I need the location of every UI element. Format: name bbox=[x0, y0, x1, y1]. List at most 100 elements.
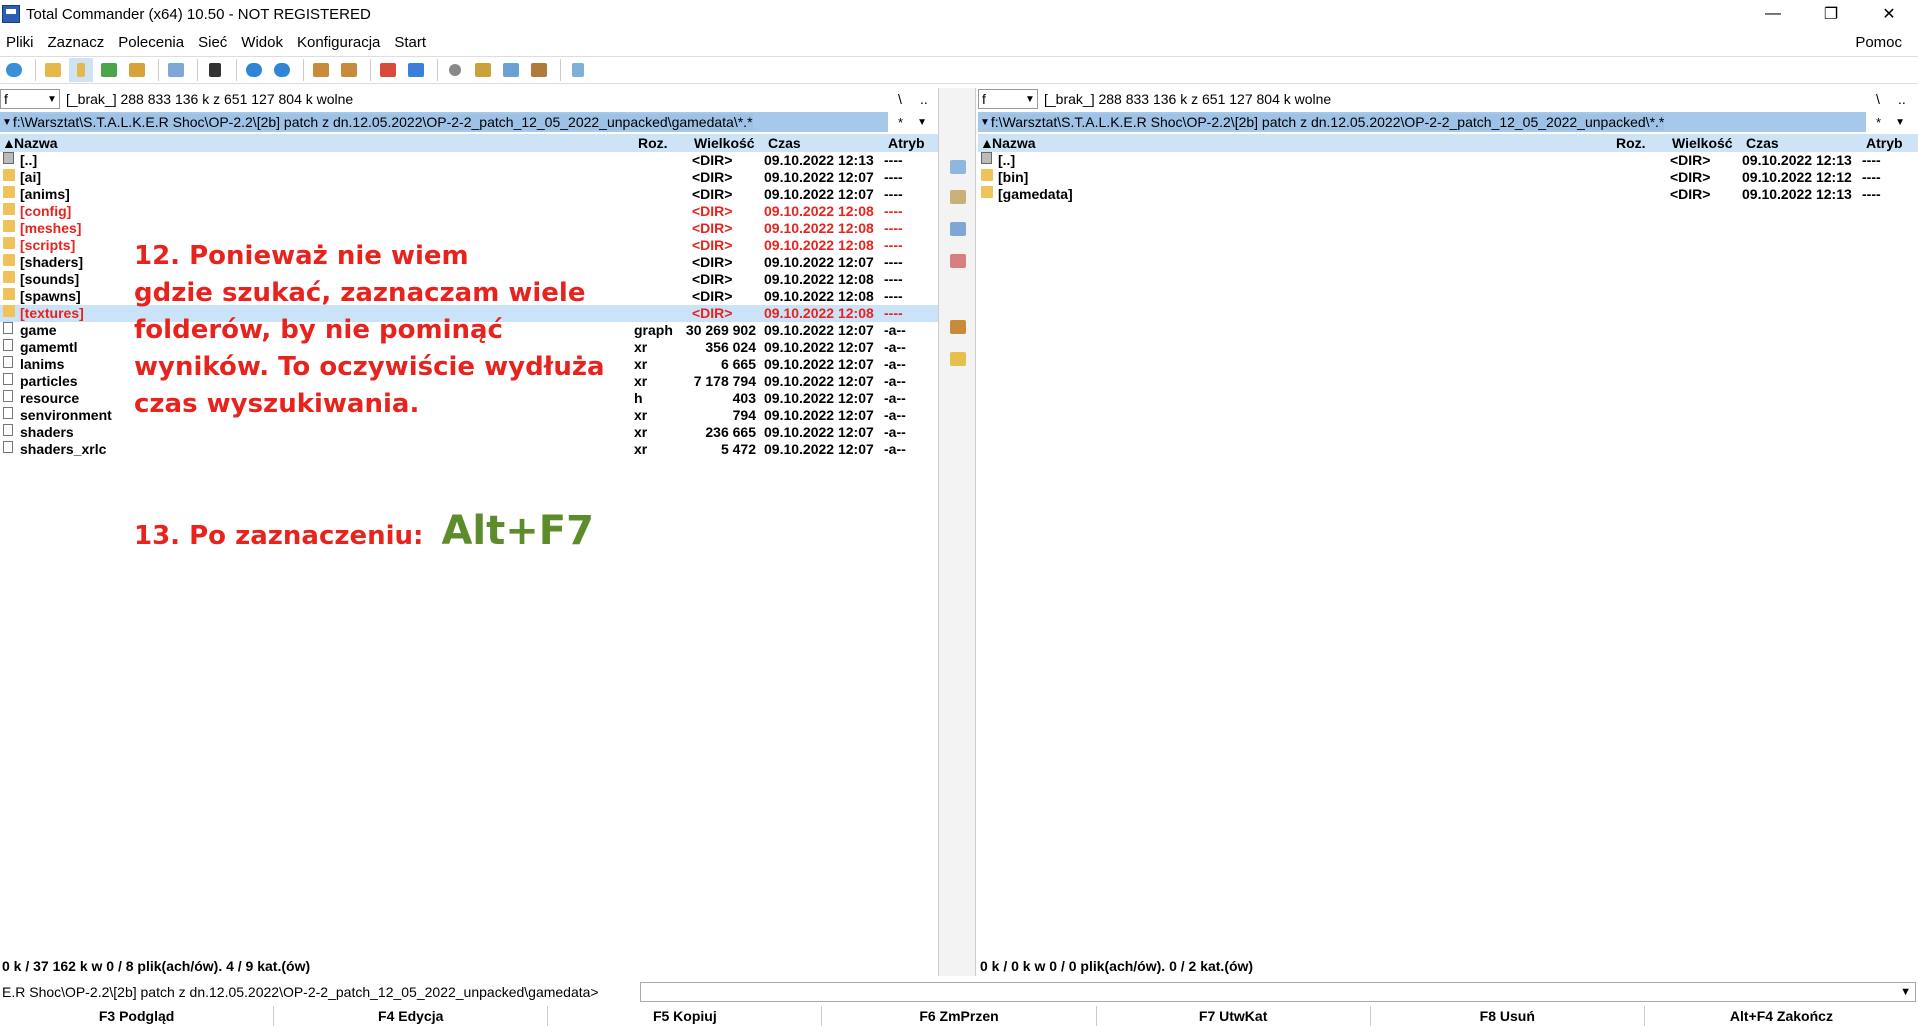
file-name: [ai] bbox=[20, 169, 41, 185]
thumbnails-icon[interactable] bbox=[97, 58, 121, 82]
pack-icon[interactable] bbox=[950, 320, 966, 334]
file-time: 09.10.2022 12:13 bbox=[764, 152, 874, 168]
edit-icon[interactable] bbox=[950, 190, 966, 204]
file-row[interactable]: [gamedata] <DIR> 09.10.2022 12:13 ---- bbox=[978, 186, 1918, 203]
file-time: 09.10.2022 12:08 bbox=[764, 288, 874, 304]
chevron-down-icon[interactable]: ▼ bbox=[917, 117, 927, 128]
menu-siec[interactable]: Sieć bbox=[192, 34, 235, 51]
right-col-ext[interactable]: Roz. bbox=[1616, 135, 1646, 151]
f7-mkdir-button[interactable]: F7 UtwKat bbox=[1095, 1006, 1370, 1026]
file-attr: ---- bbox=[884, 237, 903, 253]
file-attr: -a-- bbox=[884, 339, 906, 355]
chevron-down-icon[interactable]: ▼ bbox=[1895, 117, 1905, 128]
search-icon[interactable] bbox=[443, 58, 467, 82]
right-col-size[interactable]: Wielkość bbox=[1672, 135, 1733, 151]
left-col-ext[interactable]: Roz. bbox=[638, 135, 668, 151]
menu-widok[interactable]: Widok bbox=[235, 34, 291, 51]
left-path-tools: * ▼ bbox=[898, 112, 938, 132]
f8-delete-button[interactable]: F8 Usuń bbox=[1369, 1006, 1644, 1026]
refresh-icon[interactable] bbox=[2, 58, 26, 82]
file-name: [..] bbox=[998, 152, 1016, 168]
brief-view-icon[interactable] bbox=[41, 58, 65, 82]
command-line-input[interactable]: ▼ bbox=[640, 982, 1916, 1002]
file-row[interactable]: [..] <DIR> 09.10.2022 12:13 ---- bbox=[0, 152, 938, 169]
file-icon bbox=[3, 441, 13, 453]
move-icon[interactable] bbox=[950, 254, 966, 268]
left-col-size[interactable]: Wielkość bbox=[694, 135, 755, 151]
sync-dirs-icon[interactable] bbox=[499, 58, 523, 82]
file-attr: ---- bbox=[1862, 186, 1881, 202]
left-history-button[interactable]: * bbox=[898, 115, 903, 130]
right-root-button[interactable]: \ bbox=[1876, 91, 1880, 107]
file-row[interactable]: [bin] <DIR> 09.10.2022 12:12 ---- bbox=[978, 169, 1918, 186]
back-icon[interactable] bbox=[242, 58, 266, 82]
tree-icon[interactable] bbox=[125, 58, 149, 82]
menu-zaznacz[interactable]: Zaznacz bbox=[42, 34, 113, 51]
right-col-name[interactable]: Nazwa bbox=[992, 135, 1036, 151]
left-col-name[interactable]: Nazwa bbox=[14, 135, 58, 151]
file-attr: ---- bbox=[884, 186, 903, 202]
close-button[interactable]: ✕ bbox=[1860, 0, 1918, 28]
right-file-list[interactable]: [..] <DIR> 09.10.2022 12:13 ---- [bin] <DIR> 0… bbox=[978, 152, 1918, 957]
right-drive-info: [_brak_] 288 833 136 k z 651 127 804 k w… bbox=[1044, 91, 1332, 107]
menu-start[interactable]: Start bbox=[388, 34, 434, 51]
f4-edit-button[interactable]: F4 Edycja bbox=[273, 1006, 547, 1026]
left-col-attr[interactable]: Atryb bbox=[888, 135, 925, 151]
folder-icon bbox=[981, 169, 993, 181]
file-row[interactable]: [anims] <DIR> 09.10.2022 12:07 ---- bbox=[0, 186, 938, 203]
file-row[interactable]: [..] <DIR> 09.10.2022 12:13 ---- bbox=[978, 152, 1918, 169]
file-icon bbox=[3, 373, 13, 385]
file-row[interactable]: [config] <DIR> 09.10.2022 12:08 ---- bbox=[0, 203, 938, 220]
left-col-time[interactable]: Czas bbox=[768, 135, 801, 151]
right-path-bar[interactable]: ▼ f:\Warsztat\S.T.A.L.K.E.R Shoc\OP-2.2\… bbox=[978, 112, 1866, 132]
menu-konfiguracja[interactable]: Konfiguracja bbox=[291, 34, 388, 51]
multi-rename-icon[interactable] bbox=[471, 58, 495, 82]
file-size: <DIR> bbox=[692, 288, 733, 304]
copy-icon[interactable] bbox=[950, 222, 966, 236]
left-path-bar[interactable]: ▼ f:\Warsztat\S.T.A.L.K.E.R Shoc\OP-2.2\… bbox=[0, 112, 888, 132]
notepad-icon[interactable] bbox=[566, 58, 590, 82]
menu-polecenia[interactable]: Polecenia bbox=[112, 34, 192, 51]
f6-move-button[interactable]: F6 ZmPrzen bbox=[821, 1006, 1095, 1026]
unpack-icon[interactable] bbox=[337, 58, 361, 82]
left-up-button[interactable]: .. bbox=[920, 91, 928, 107]
folder-icon bbox=[3, 271, 15, 283]
menu-pomoc[interactable]: Pomoc bbox=[1849, 34, 1910, 51]
f3-view-button[interactable]: F3 Podgląd bbox=[0, 1006, 273, 1026]
file-attr: -a-- bbox=[884, 322, 906, 338]
restore-button[interactable]: ❐ bbox=[1802, 0, 1860, 28]
forward-icon[interactable] bbox=[270, 58, 294, 82]
right-col-attr[interactable]: Atryb bbox=[1866, 135, 1903, 151]
url-icon[interactable] bbox=[404, 58, 428, 82]
right-drive-select[interactable]: f ▼ bbox=[978, 89, 1038, 109]
copy-names-icon[interactable] bbox=[527, 58, 551, 82]
file-row[interactable]: shaders_xrlc xr 5 472 09.10.2022 12:07 -a-- bbox=[0, 441, 938, 458]
file-ext: xr bbox=[634, 407, 648, 423]
left-drive-select[interactable]: f ▼ bbox=[0, 89, 60, 109]
file-attr: -a-- bbox=[884, 407, 906, 423]
file-time: 09.10.2022 12:07 bbox=[764, 356, 874, 372]
right-history-button[interactable]: * bbox=[1876, 115, 1881, 130]
full-view-icon[interactable] bbox=[69, 58, 93, 82]
altf4-exit-button[interactable]: Alt+F4 Zakończ bbox=[1643, 1006, 1918, 1026]
compare-icon[interactable] bbox=[164, 58, 188, 82]
invert-selection-icon[interactable] bbox=[203, 58, 227, 82]
right-up-button[interactable]: .. bbox=[1898, 91, 1906, 107]
file-row[interactable]: shaders xr 236 665 09.10.2022 12:07 -a-- bbox=[0, 424, 938, 441]
view-icon[interactable] bbox=[950, 160, 966, 174]
new-folder-icon[interactable] bbox=[950, 352, 966, 366]
menu-pliki[interactable]: Pliki bbox=[0, 34, 42, 51]
file-row[interactable]: [meshes] <DIR> 09.10.2022 12:08 ---- bbox=[0, 220, 938, 237]
chevron-down-icon[interactable]: ▼ bbox=[1900, 986, 1911, 998]
ftp-icon[interactable] bbox=[376, 58, 400, 82]
left-root-button[interactable]: \ bbox=[898, 91, 902, 107]
annotation-step-13: 13. Po zaznaczeniu: Alt+F7 bbox=[134, 508, 594, 554]
file-name: [config] bbox=[20, 203, 72, 219]
minimize-button[interactable]: — bbox=[1744, 0, 1802, 28]
file-row[interactable]: [ai] <DIR> 09.10.2022 12:07 ---- bbox=[0, 169, 938, 186]
f5-copy-button[interactable]: F5 Kopiuj bbox=[547, 1006, 821, 1026]
file-ext: xr bbox=[634, 441, 648, 457]
right-col-time[interactable]: Czas bbox=[1746, 135, 1779, 151]
file-size: <DIR> bbox=[692, 203, 733, 219]
pack-icon[interactable] bbox=[309, 58, 333, 82]
